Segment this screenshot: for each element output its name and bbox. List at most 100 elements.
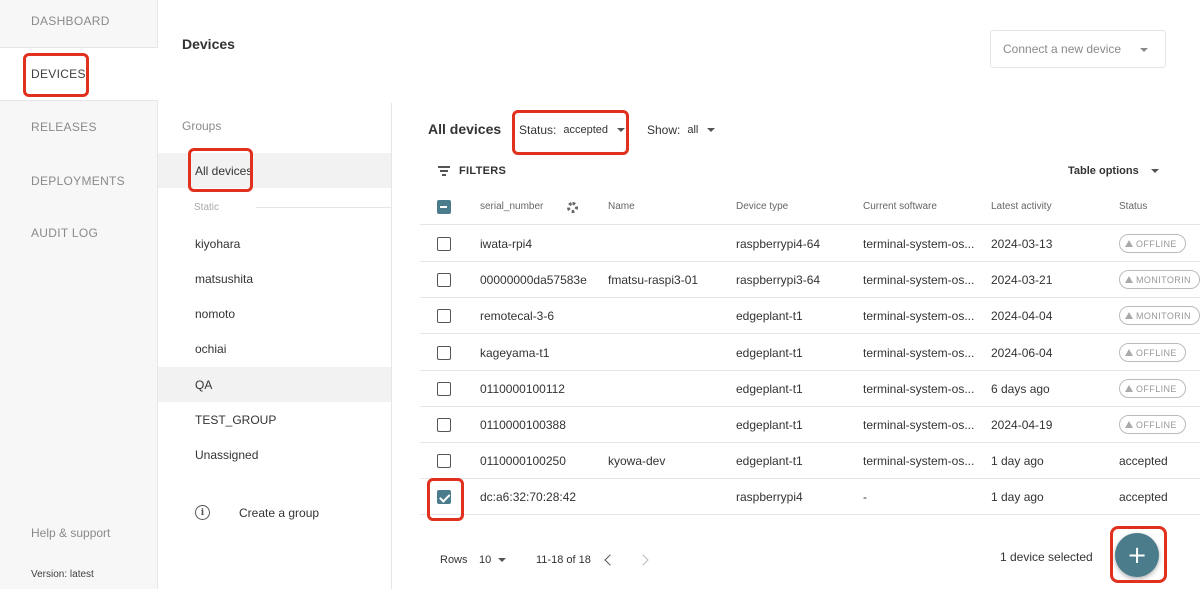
warning-icon [1125, 240, 1133, 247]
chevron-down-icon [1140, 48, 1148, 52]
cell-serial: 0110000100388 [480, 418, 566, 432]
column-header-status[interactable]: Status [1119, 201, 1147, 212]
cell-latest-activity: 2024-06-04 [991, 346, 1053, 360]
cell-software: terminal-system-os... [863, 237, 975, 251]
status-badge-label: OFFLINE [1136, 419, 1177, 430]
nav-devices[interactable]: DEVICES [0, 47, 158, 101]
group-all-devices[interactable]: All devices [158, 153, 391, 188]
column-header-name[interactable]: Name [608, 201, 635, 212]
nav-audit-log[interactable]: AUDIT LOG [0, 207, 158, 259]
groups-panel: Groups All devices Static kiyohara matsu… [158, 103, 392, 589]
row-checkbox[interactable] [437, 454, 451, 468]
column-header-software[interactable]: Current software [863, 201, 937, 212]
cell-latest-activity: 2024-04-04 [991, 309, 1053, 323]
gear-icon[interactable] [567, 202, 578, 213]
cell-device-type: raspberrypi4 [736, 490, 803, 504]
row-checkbox[interactable] [437, 237, 451, 251]
left-navigation: DASHBOARD DEVICES RELEASES DEPLOYMENTS A… [0, 0, 158, 589]
status-badge-label: MONITORIN [1136, 310, 1191, 321]
status-filter-dropdown[interactable]: Status: accepted [519, 123, 626, 137]
show-filter-dropdown[interactable]: Show: all [647, 123, 716, 137]
table-row[interactable]: dc:a6:32:70:28:42 raspberrypi4 - 1 day ago a… [420, 479, 1200, 515]
column-header-device-type[interactable]: Device type [736, 201, 788, 212]
table-row[interactable]: remotecal-3-6 edgeplant-t1 terminal-system… [420, 298, 1200, 334]
group-item[interactable]: QA [158, 367, 391, 402]
create-group-button[interactable]: i Create a group [195, 505, 319, 520]
chevron-down-icon [498, 558, 507, 562]
row-checkbox[interactable] [437, 309, 451, 323]
cell-latest-activity: 1 day ago [991, 490, 1044, 504]
cell-serial: dc:a6:32:70:28:42 [480, 490, 577, 504]
cell-device-type: raspberrypi3-64 [736, 273, 821, 287]
cell-status: accepted [1119, 490, 1168, 504]
column-header-latest-activity[interactable]: Latest activity [991, 201, 1052, 212]
group-item[interactable]: nomoto [158, 296, 391, 331]
group-item[interactable]: TEST_GROUP [158, 402, 391, 437]
row-checkbox[interactable] [437, 490, 451, 504]
status-badge: OFFLINE [1119, 379, 1186, 398]
column-header-serial[interactable]: serial_number [480, 201, 543, 212]
chevron-down-icon [1150, 169, 1159, 173]
group-item[interactable]: Unassigned [158, 437, 391, 472]
warning-icon [1125, 312, 1133, 319]
cell-software: terminal-system-os... [863, 346, 975, 360]
chevron-down-icon [707, 128, 716, 132]
cell-serial: remotecal-3-6 [480, 309, 555, 323]
group-item[interactable]: matsushita [158, 261, 391, 296]
cell-name: kyowa-dev [608, 454, 666, 468]
divider [256, 207, 391, 208]
row-checkbox[interactable] [437, 382, 451, 396]
info-icon: i [195, 505, 210, 520]
nav-dashboard[interactable]: DASHBOARD [0, 0, 158, 47]
list-title: All devices [428, 121, 502, 137]
table-header: serial_number Name Device type Current s… [420, 189, 1200, 225]
status-badge: OFFLINE [1119, 415, 1186, 434]
group-item[interactable]: kiyohara [158, 226, 391, 261]
cell-latest-activity: 6 days ago [991, 382, 1050, 396]
selection-count: 1 device selected [1000, 550, 1093, 564]
nav-deployments[interactable]: DEPLOYMENTS [0, 155, 158, 207]
row-checkbox[interactable] [437, 273, 451, 287]
connect-device-dropdown[interactable]: Connect a new device [990, 30, 1166, 68]
table-row[interactable]: 00000000da57583e fmatsu-raspi3-01 raspberr… [420, 262, 1200, 298]
cell-latest-activity: 1 day ago [991, 454, 1044, 468]
connect-device-label: Connect a new device [1003, 42, 1122, 56]
row-checkbox[interactable] [437, 418, 451, 432]
cell-device-type: raspberrypi4-64 [736, 237, 821, 251]
table-options-dropdown[interactable]: Table options [1068, 165, 1159, 177]
static-groups-label: Static [194, 202, 220, 213]
rows-per-page-value: 10 [479, 554, 492, 566]
cell-software: terminal-system-os... [863, 309, 975, 323]
pagination-range: 11-18 of 18 [536, 554, 591, 566]
status-badge-label: OFFLINE [1136, 347, 1177, 358]
rows-per-page-select[interactable]: 10 [479, 554, 507, 566]
table-row[interactable]: 0110000100250 kyowa-dev edgeplant-t1 termin… [420, 443, 1200, 479]
cell-status: accepted [1119, 454, 1168, 468]
cell-software: - [863, 490, 867, 504]
table-row[interactable]: 0110000100388 edgeplant-t1 terminal-system… [420, 407, 1200, 443]
cell-software: terminal-system-os... [863, 454, 975, 468]
row-checkbox[interactable] [437, 346, 451, 360]
cell-serial: 0110000100112 [480, 382, 565, 396]
table-options-label: Table options [1068, 165, 1139, 177]
table-row[interactable]: iwata-rpi4 raspberrypi4-64 terminal-system… [420, 226, 1200, 262]
help-support-link[interactable]: Help & support [31, 526, 110, 540]
status-filter-label: Status: [519, 123, 557, 137]
groups-title: Groups [182, 119, 222, 133]
filters-button[interactable]: FILTERS [438, 165, 506, 177]
warning-icon [1125, 421, 1133, 428]
create-group-label: Create a group [239, 505, 320, 520]
nav-releases[interactable]: RELEASES [0, 101, 158, 153]
version-label: Version: latest [31, 569, 94, 580]
chevron-right-icon[interactable] [637, 554, 649, 566]
select-all-checkbox[interactable] [437, 200, 451, 214]
group-item[interactable]: ochiai [158, 331, 391, 366]
cell-serial: 0110000100250 [480, 454, 566, 468]
status-badge-label: OFFLINE [1136, 238, 1177, 249]
filter-icon [438, 166, 450, 176]
table-row[interactable]: kageyama-t1 edgeplant-t1 terminal-system-o… [420, 335, 1200, 371]
chevron-left-icon[interactable] [604, 554, 616, 566]
add-action-button[interactable]: + [1115, 533, 1159, 577]
cell-device-type: edgeplant-t1 [736, 382, 803, 396]
table-row[interactable]: 0110000100112 edgeplant-t1 terminal-system… [420, 371, 1200, 407]
